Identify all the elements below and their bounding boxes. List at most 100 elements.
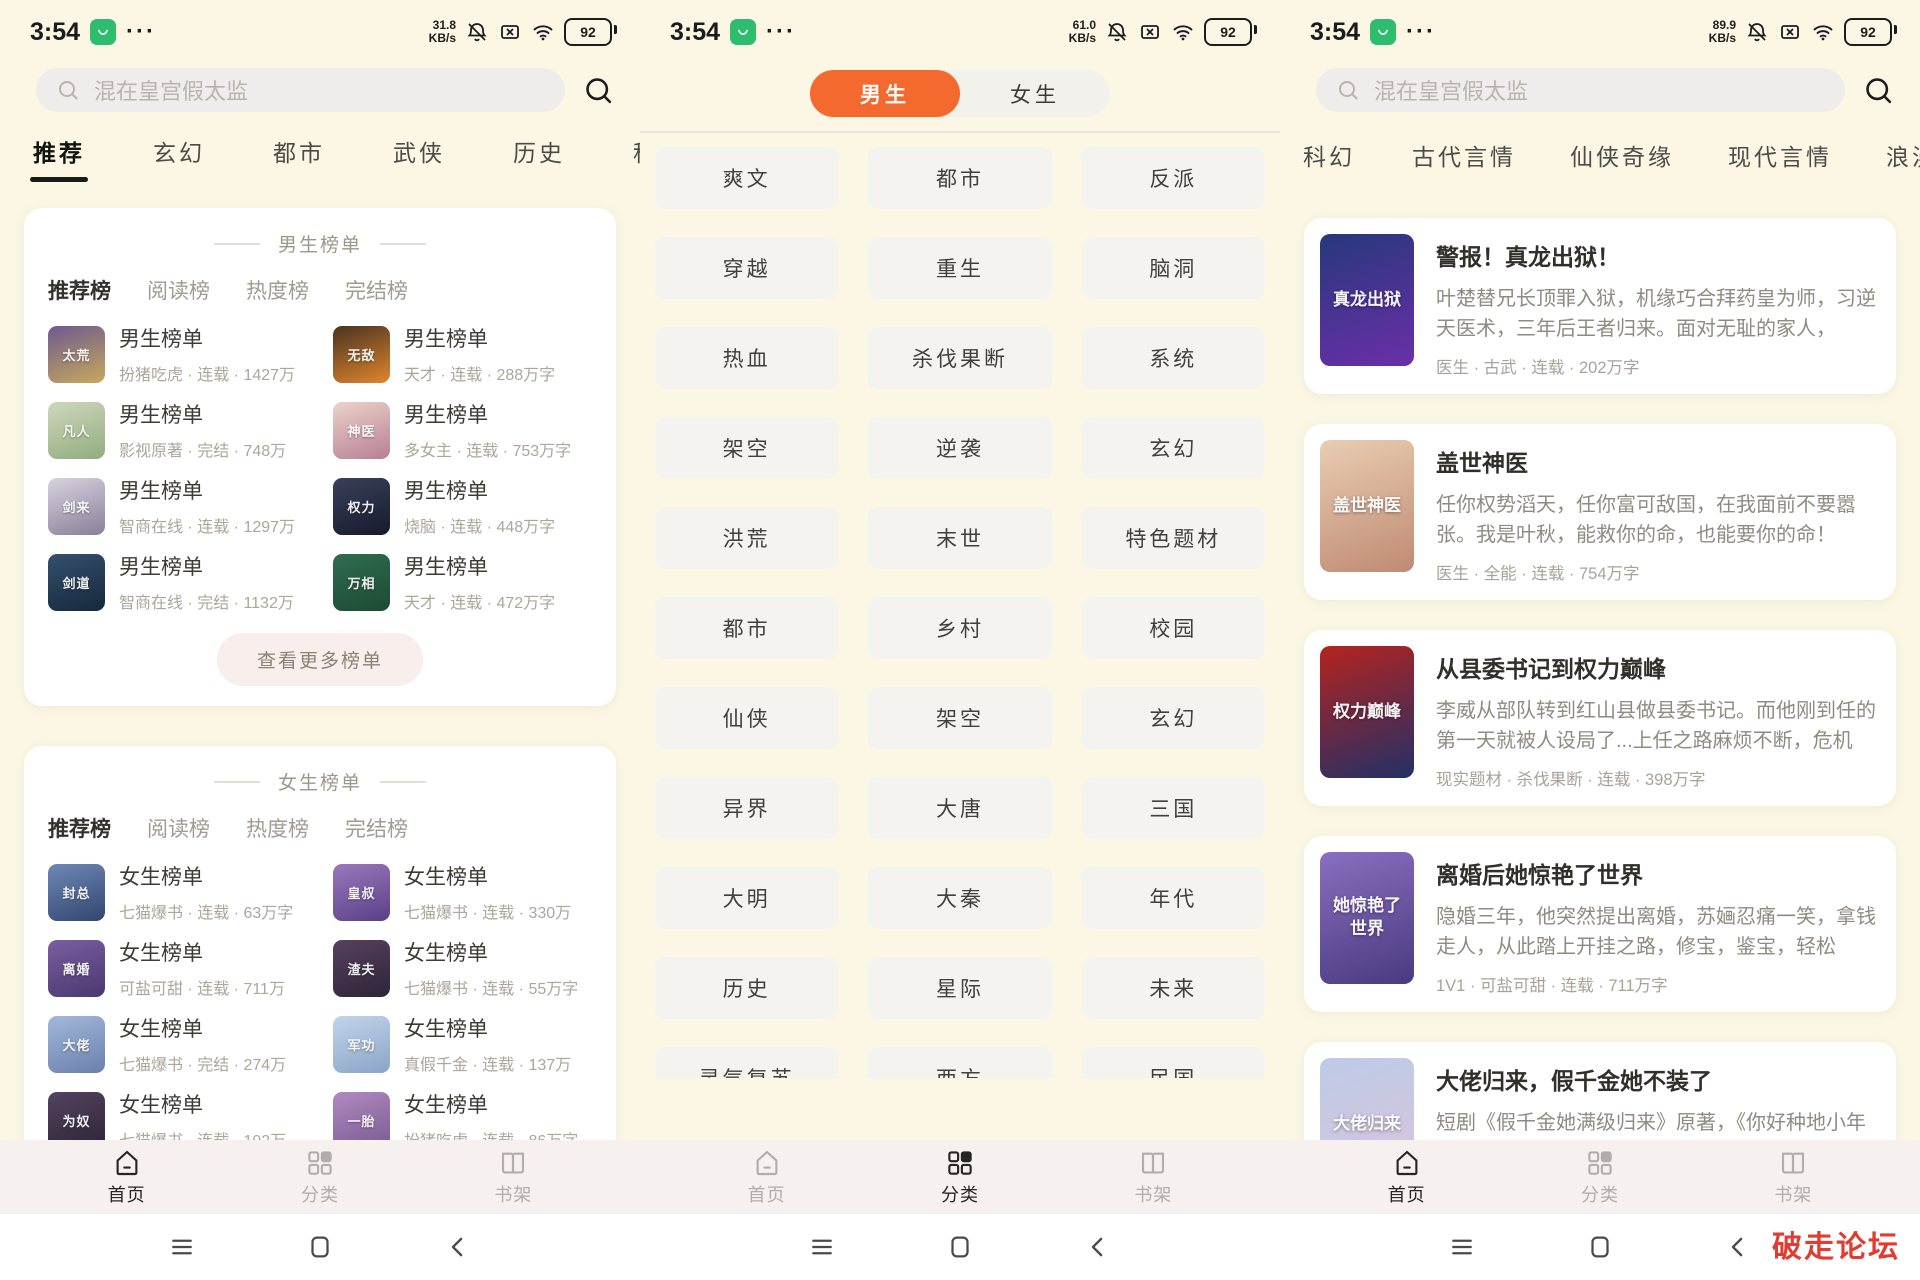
category-tab[interactable]: 科幻 bbox=[630, 134, 640, 182]
book-item[interactable]: 神医 男生榜单 多女主 · 连载 · 753万字 bbox=[333, 399, 592, 461]
nav-item[interactable]: 书架 bbox=[1108, 1148, 1198, 1207]
book-meta: 天才 · 连载 · 288万字 bbox=[404, 361, 555, 385]
search-button[interactable] bbox=[1863, 75, 1894, 106]
rank-tab[interactable]: 阅读榜 bbox=[147, 813, 210, 843]
rank-tab[interactable]: 热度榜 bbox=[246, 813, 309, 843]
category-button[interactable]: 乡村 bbox=[868, 597, 1051, 659]
book-item[interactable]: 大佬 女生榜单 七猫爆书 · 完结 · 274万 bbox=[48, 1013, 307, 1075]
nav-item[interactable]: 首页 bbox=[722, 1148, 812, 1207]
book-card[interactable]: 盖世神医 盖世神医 任你权势滔天，任你富可敌国，在我面前不要嚣张。我是叶秋，能救… bbox=[1304, 424, 1896, 600]
rank-tab[interactable]: 推荐榜 bbox=[48, 275, 111, 305]
category-button[interactable]: 校园 bbox=[1082, 597, 1265, 659]
book-meta: 七猫爆书 · 完结 · 274万 bbox=[119, 1051, 286, 1075]
book-card[interactable]: 权力巅峰 从县委书记到权力巅峰 李威从部队转到红山县做县委书记。而他刚到任的第一… bbox=[1304, 630, 1896, 806]
book-item[interactable]: 皇叔 女生榜单 七猫爆书 · 连载 · 330万 bbox=[333, 861, 592, 923]
category-button[interactable]: 年代 bbox=[1082, 867, 1265, 929]
rank-tab[interactable]: 完结榜 bbox=[345, 275, 408, 305]
category-tab[interactable]: 武侠 bbox=[390, 134, 448, 182]
book-item[interactable]: 万相 男生榜单 天才 · 连载 · 472万字 bbox=[333, 551, 592, 613]
search-input[interactable]: 混在皇宫假太监 bbox=[36, 68, 565, 112]
category-tab[interactable]: 古代言情 bbox=[1412, 138, 1516, 186]
category-button[interactable]: 仙侠 bbox=[655, 687, 838, 749]
category-tab[interactable]: 浪漫青春 bbox=[1886, 138, 1920, 186]
square-icon[interactable] bbox=[305, 1232, 335, 1262]
category-tab[interactable]: 推荐 bbox=[30, 134, 88, 182]
category-button[interactable]: 三国 bbox=[1082, 777, 1265, 839]
nav-item[interactable]: 分类 bbox=[1555, 1148, 1645, 1207]
nav-item[interactable]: 书架 bbox=[468, 1148, 558, 1207]
category-button[interactable]: 大秦 bbox=[868, 867, 1051, 929]
category-tab[interactable]: 都市 bbox=[270, 134, 328, 182]
menu-icon[interactable] bbox=[807, 1232, 837, 1262]
nav-item[interactable]: 分类 bbox=[275, 1148, 365, 1207]
category-button[interactable]: 架空 bbox=[868, 687, 1051, 749]
category-button[interactable]: 历史 bbox=[655, 957, 838, 1019]
category-tab[interactable]: 科幻 bbox=[1300, 138, 1358, 186]
back-icon[interactable] bbox=[1083, 1232, 1113, 1262]
status-bar: 3:54 ··· 31.8KB/s 92 bbox=[0, 0, 640, 56]
category-button[interactable]: 都市 bbox=[868, 147, 1051, 209]
book-item[interactable]: 凡人 男生榜单 影视原著 · 完结 · 748万 bbox=[48, 399, 307, 461]
category-button[interactable]: 穿越 bbox=[655, 237, 838, 299]
rank-tab[interactable]: 热度榜 bbox=[246, 275, 309, 305]
category-button[interactable]: 逆袭 bbox=[868, 417, 1051, 479]
book-item[interactable]: 权力 男生榜单 烧脑 · 连载 · 448万字 bbox=[333, 475, 592, 537]
category-button[interactable]: 灵气复苏 bbox=[655, 1047, 838, 1078]
nav-item[interactable]: 书架 bbox=[1748, 1148, 1838, 1207]
search-input[interactable]: 混在皇宫假太监 bbox=[1316, 68, 1845, 112]
category-tab[interactable]: 历史 bbox=[510, 134, 568, 182]
nav-item[interactable]: 分类 bbox=[915, 1148, 1005, 1207]
book-item[interactable]: 太荒 男生榜单 扮猪吃虎 · 连载 · 1427万 bbox=[48, 323, 307, 385]
square-icon[interactable] bbox=[945, 1232, 975, 1262]
gender-toggle-option[interactable]: 女生 bbox=[960, 70, 1110, 117]
category-button[interactable]: 大唐 bbox=[868, 777, 1051, 839]
category-button[interactable]: 大明 bbox=[655, 867, 838, 929]
system-nav-group bbox=[0, 1214, 640, 1280]
menu-icon[interactable] bbox=[1447, 1232, 1477, 1262]
category-button[interactable]: 末世 bbox=[868, 507, 1051, 569]
book-item[interactable]: 无敌 男生榜单 天才 · 连载 · 288万字 bbox=[333, 323, 592, 385]
category-button[interactable]: 玄幻 bbox=[1082, 417, 1265, 479]
rank-tab[interactable]: 完结榜 bbox=[345, 813, 408, 843]
category-button[interactable]: 都市 bbox=[655, 597, 838, 659]
menu-icon[interactable] bbox=[167, 1232, 197, 1262]
book-item[interactable]: 封总 女生榜单 七猫爆书 · 连载 · 63万字 bbox=[48, 861, 307, 923]
category-button[interactable]: 西方 bbox=[868, 1047, 1051, 1078]
back-icon[interactable] bbox=[1723, 1232, 1753, 1262]
book-item[interactable]: 剑来 男生榜单 智商在线 · 连载 · 1297万 bbox=[48, 475, 307, 537]
book-item[interactable]: 渣夫 女生榜单 七猫爆书 · 连载 · 55万字 bbox=[333, 937, 592, 999]
category-tab[interactable]: 现代言情 bbox=[1728, 138, 1832, 186]
gender-toggle-option[interactable]: 男生 bbox=[810, 70, 960, 117]
category-button[interactable]: 特色题材 bbox=[1082, 507, 1265, 569]
category-button[interactable]: 杀伐果断 bbox=[868, 327, 1051, 389]
category-button[interactable]: 反派 bbox=[1082, 147, 1265, 209]
book-item[interactable]: 剑道 男生榜单 智商在线 · 完结 · 1132万 bbox=[48, 551, 307, 613]
category-tab[interactable]: 玄幻 bbox=[150, 134, 208, 182]
book-card[interactable]: 真龙出狱 警报！真龙出狱！ 叶楚替兄长顶罪入狱，机缘巧合拜药皇为师，习逆天医术，… bbox=[1304, 218, 1896, 394]
nav-item[interactable]: 首页 bbox=[82, 1148, 172, 1207]
nav-item[interactable]: 首页 bbox=[1362, 1148, 1452, 1207]
category-button[interactable]: 未来 bbox=[1082, 957, 1265, 1019]
category-button[interactable]: 脑洞 bbox=[1082, 237, 1265, 299]
category-button[interactable]: 热血 bbox=[655, 327, 838, 389]
category-button[interactable]: 民国 bbox=[1082, 1047, 1265, 1078]
category-button[interactable]: 系统 bbox=[1082, 327, 1265, 389]
category-button[interactable]: 重生 bbox=[868, 237, 1051, 299]
category-button[interactable]: 洪荒 bbox=[655, 507, 838, 569]
square-icon[interactable] bbox=[1585, 1232, 1615, 1262]
book-cover: 她惊艳了世界 bbox=[1320, 852, 1414, 984]
book-card[interactable]: 她惊艳了世界 离婚后她惊艳了世界 隐婚三年，他突然提出离婚，苏婳忍痛一笑，拿钱走… bbox=[1304, 836, 1896, 1012]
category-tab[interactable]: 仙侠奇缘 bbox=[1570, 138, 1674, 186]
rank-tab[interactable]: 推荐榜 bbox=[48, 813, 111, 843]
more-rank-button[interactable]: 查看更多榜单 bbox=[217, 633, 423, 686]
book-item[interactable]: 军功 女生榜单 真假千金 · 连载 · 137万 bbox=[333, 1013, 592, 1075]
search-button[interactable] bbox=[583, 75, 614, 106]
category-button[interactable]: 异界 bbox=[655, 777, 838, 839]
book-item[interactable]: 离婚 女生榜单 可盐可甜 · 连载 · 711万 bbox=[48, 937, 307, 999]
category-button[interactable]: 爽文 bbox=[655, 147, 838, 209]
category-button[interactable]: 架空 bbox=[655, 417, 838, 479]
back-icon[interactable] bbox=[443, 1232, 473, 1262]
rank-tab[interactable]: 阅读榜 bbox=[147, 275, 210, 305]
category-button[interactable]: 星际 bbox=[868, 957, 1051, 1019]
category-button[interactable]: 玄幻 bbox=[1082, 687, 1265, 749]
